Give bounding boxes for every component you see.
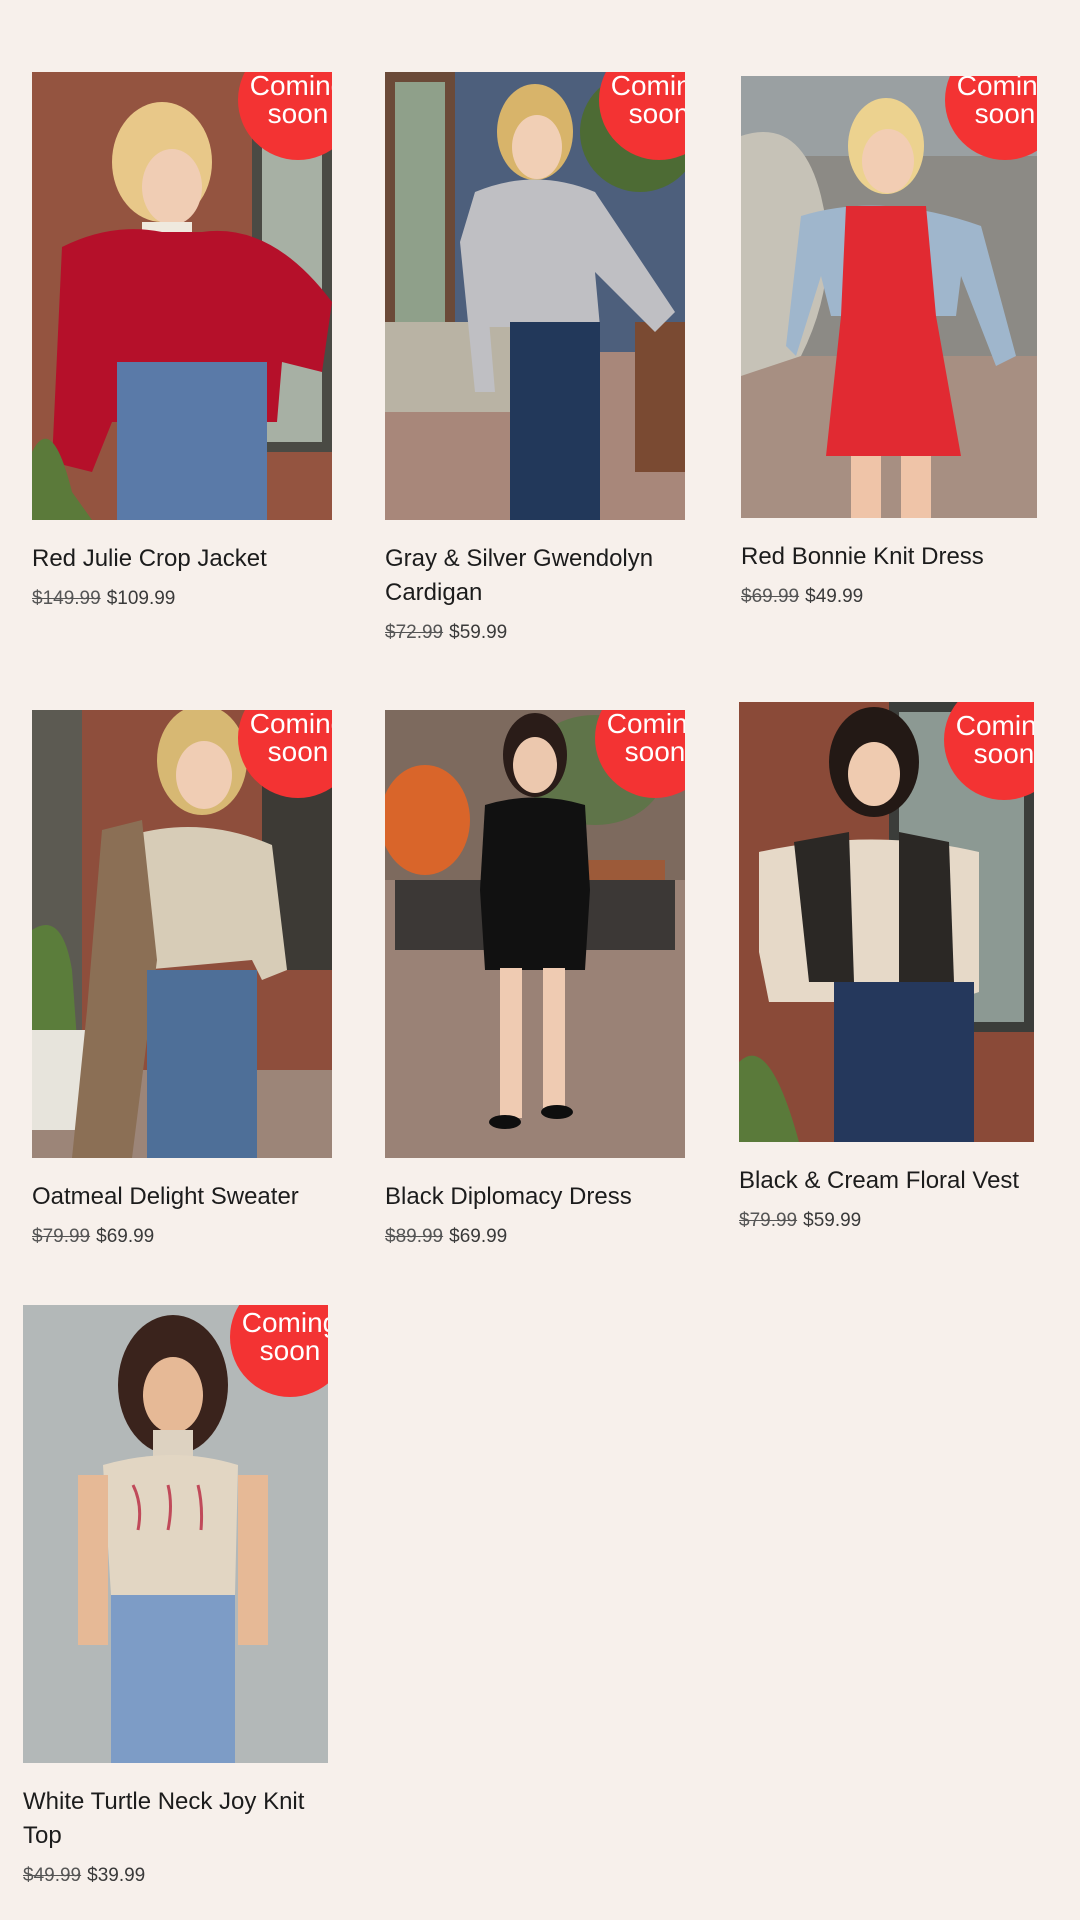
original-price: $49.99 <box>23 1865 82 1886</box>
product-image[interactable]: Comingsoon <box>32 710 332 1158</box>
product-image[interactable]: Comingsoon <box>23 1305 328 1763</box>
sale-price: $69.99 <box>96 1226 155 1247</box>
original-price: $72.99 <box>385 622 444 643</box>
product-title[interactable]: Red Julie Crop Jacket <box>32 542 332 576</box>
product-title[interactable]: White Turtle Neck Joy Knit Top <box>23 1785 328 1853</box>
product-price: $79.99 $59.99 <box>739 1210 1034 1232</box>
sale-price: $49.99 <box>805 586 864 607</box>
product-title[interactable]: Black Diplomacy Dress <box>385 1180 685 1214</box>
product-price: $79.99 $69.99 <box>32 1226 332 1248</box>
sale-price: $39.99 <box>87 1865 146 1886</box>
product-card[interactable]: Comingsoon Oatmeal Delight Sweater $79.9… <box>32 710 332 1248</box>
product-image[interactable]: Comingsoon <box>741 76 1037 518</box>
sale-price: $69.99 <box>449 1226 508 1247</box>
product-title[interactable]: Red Bonnie Knit Dress <box>741 540 1037 574</box>
product-card[interactable]: Comingsoon Black & Cream Floral Vest $79… <box>739 702 1034 1232</box>
sale-price: $59.99 <box>449 622 508 643</box>
product-image[interactable]: Comingsoon <box>385 72 685 520</box>
product-card[interactable]: Comingsoon Red Bonnie Knit Dress $69.99$… <box>741 76 1037 608</box>
product-price: $49.99 $39.99 <box>23 1865 328 1887</box>
product-title[interactable]: Black & Cream Floral Vest <box>739 1164 1034 1198</box>
original-price: $89.99 <box>385 1226 444 1247</box>
sale-price: $109.99 <box>106 588 176 609</box>
product-price: $72.99 $59.99 <box>385 622 685 644</box>
product-title[interactable]: Gray & Silver Gwendolyn Cardigan <box>385 542 685 610</box>
product-price: $89.99 $69.99 <box>385 1226 685 1248</box>
original-price: $79.99 <box>739 1210 798 1231</box>
original-price: $69.99 <box>741 586 800 607</box>
original-price: $79.99 <box>32 1226 91 1247</box>
sale-price: $59.99 <box>803 1210 862 1231</box>
product-image[interactable]: Comingsoon <box>385 710 685 1158</box>
original-price: $149.99 <box>32 588 101 609</box>
product-card[interactable]: Comingsoon Gray & Silver Gwendolyn Cardi… <box>385 72 685 644</box>
product-card[interactable]: Comingsoon White Turtle Neck Joy Knit To… <box>23 1305 328 1887</box>
product-image[interactable]: Comingsoon <box>32 72 332 520</box>
product-price: $69.99 $49.99 <box>741 586 1037 608</box>
product-image[interactable]: Comingsoon <box>739 702 1034 1142</box>
product-title[interactable]: Oatmeal Delight Sweater <box>32 1180 332 1214</box>
product-price: $149.99 $109.99 <box>32 588 332 610</box>
product-card[interactable]: Comingsoon Black Diplomacy Dress $89.99$… <box>385 710 685 1248</box>
product-card[interactable]: Comingsoon Red Julie Crop Jacket $149.99… <box>32 72 332 610</box>
